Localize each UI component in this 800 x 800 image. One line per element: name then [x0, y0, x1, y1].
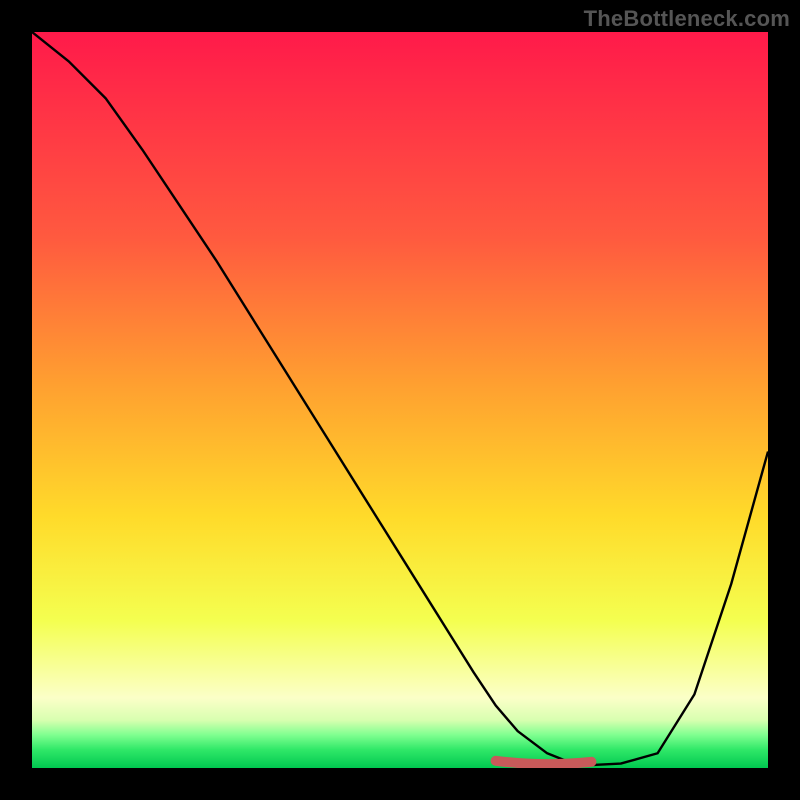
chart-svg: [32, 32, 768, 768]
chart-background: [32, 32, 768, 768]
plot-area: [32, 32, 768, 768]
sweet-spot-marker: [496, 761, 592, 764]
watermark-text: TheBottleneck.com: [584, 6, 790, 32]
chart-container: TheBottleneck.com: [0, 0, 800, 800]
